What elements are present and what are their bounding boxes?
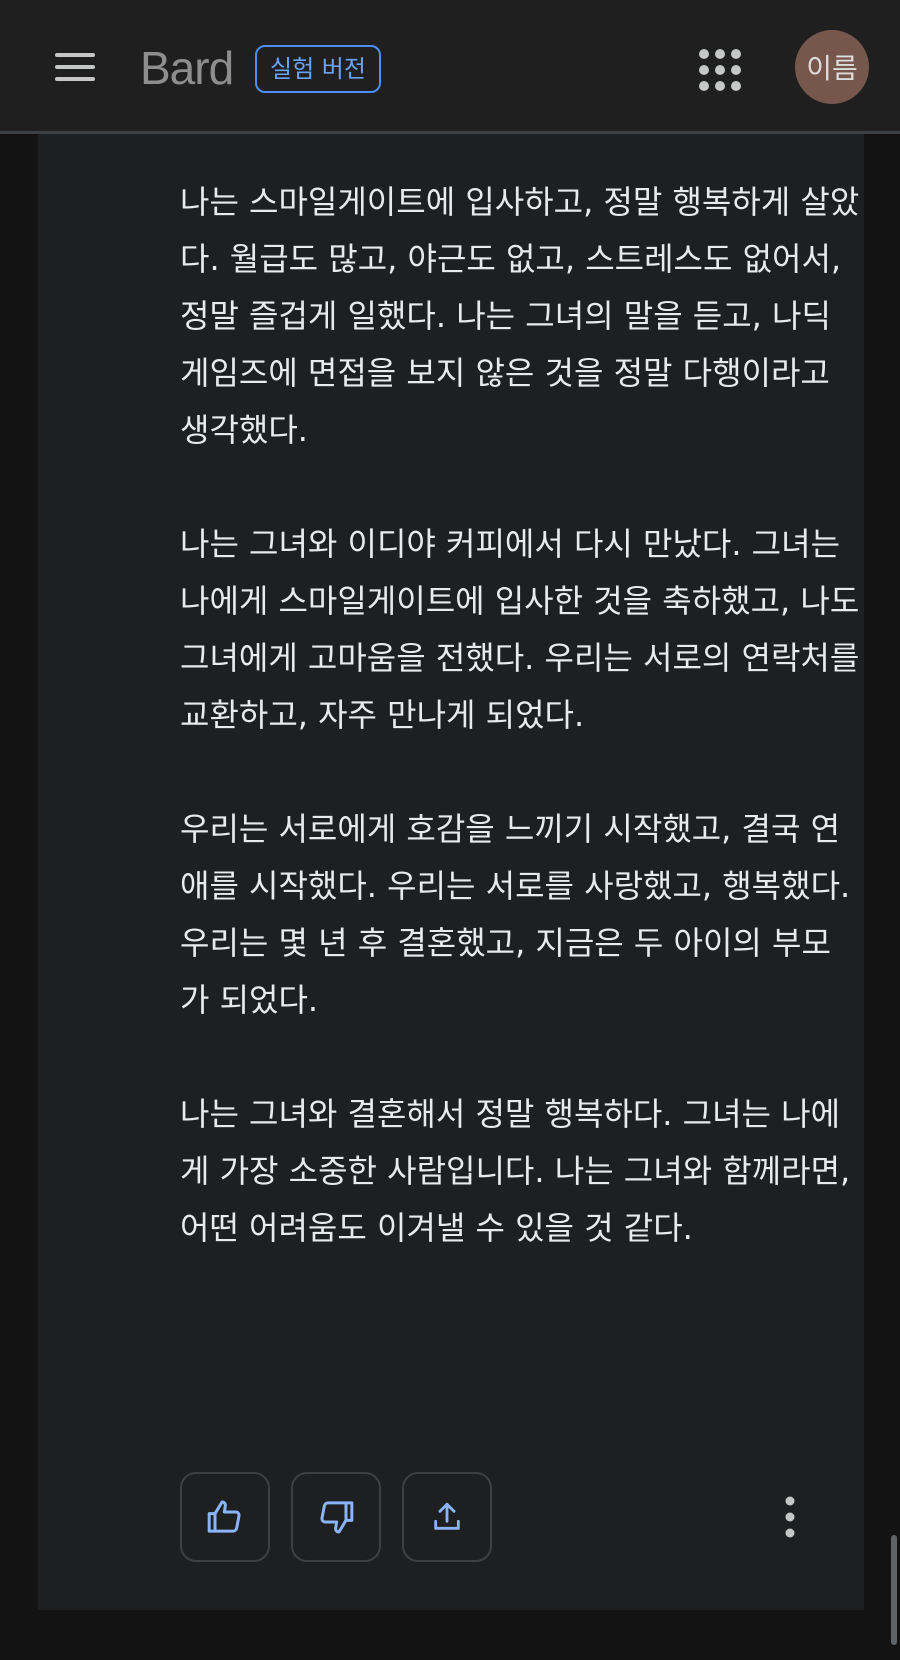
response-actions xyxy=(180,1472,492,1564)
good-response-button[interactable] xyxy=(180,1472,270,1562)
response-card: 나는 스마일게이트에 입사하고, 정말 행복하게 살았다. 월급도 많고, 야근… xyxy=(38,134,864,1610)
scrollbar[interactable] xyxy=(891,1535,897,1645)
top-app-bar: Bard 실험 버전 이름 xyxy=(0,0,900,134)
hamburger-menu-icon xyxy=(55,53,95,81)
response-paragraph: 나는 그녀와 이디야 커피에서 다시 만났다. 그녀는 나에게 스마일게이트에 … xyxy=(180,525,860,734)
bad-response-button[interactable] xyxy=(291,1472,381,1562)
experiment-badge: 실험 버전 xyxy=(255,45,381,93)
bard-logo[interactable]: Bard xyxy=(140,38,234,98)
google-apps-button[interactable] xyxy=(694,44,746,96)
response-paragraph: 나는 스마일게이트에 입사하고, 정말 행복하게 살았다. 월급도 많고, 야근… xyxy=(180,183,860,449)
thumbs-down-icon xyxy=(320,1501,354,1534)
account-avatar[interactable]: 이름 xyxy=(795,30,869,104)
response-text: 나는 스마일게이트에 입사하고, 정말 행복하게 살았다. 월급도 많고, 야근… xyxy=(180,174,860,1314)
apps-grid-icon xyxy=(699,49,741,91)
share-icon xyxy=(434,1502,460,1530)
more-vert-icon xyxy=(785,1496,795,1538)
share-button[interactable] xyxy=(402,1472,492,1562)
thumbs-up-icon xyxy=(207,1500,241,1533)
menu-button[interactable] xyxy=(46,44,104,90)
response-paragraph: 우리는 서로에게 호감을 느끼기 시작했고, 결국 연애를 시작했다. 우리는 … xyxy=(180,810,851,1019)
more-options-button[interactable] xyxy=(760,1487,820,1547)
response-paragraph: 나는 그녀와 결혼해서 정말 행복하다. 그녀는 나에게 가장 소중한 사람입니… xyxy=(180,1095,851,1247)
